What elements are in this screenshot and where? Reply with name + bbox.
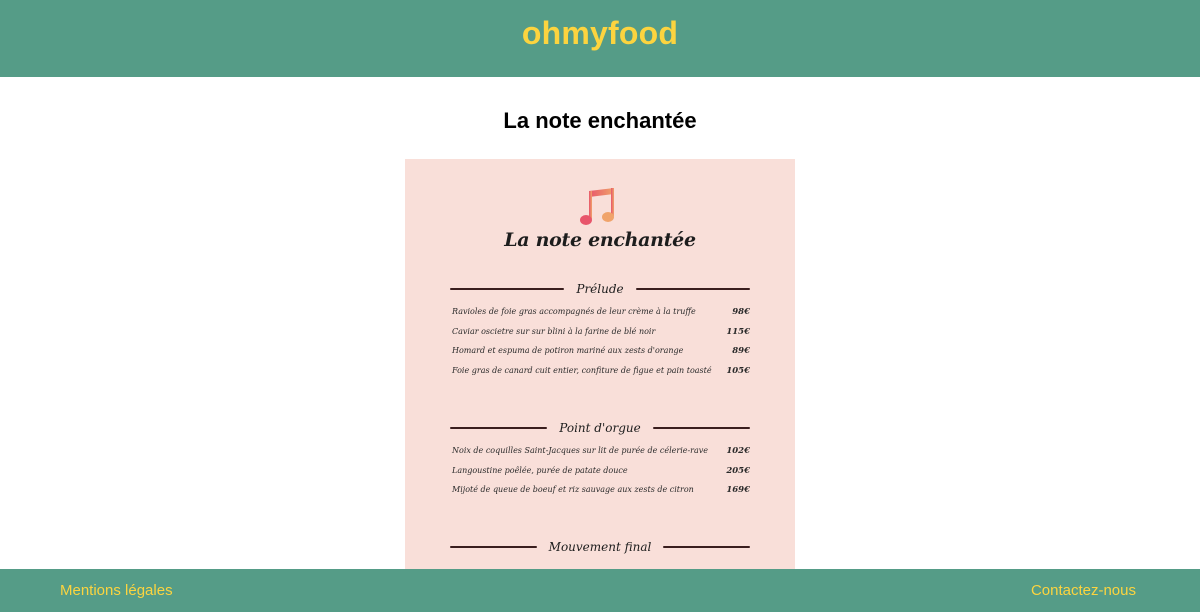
music-note-icon bbox=[580, 188, 614, 225]
divider bbox=[663, 546, 751, 548]
menu-section-mouvement-final: Mouvement final bbox=[450, 538, 751, 556]
menu-card-title: La note enchantée bbox=[504, 229, 696, 251]
legal-notice-link[interactable]: Mentions légales bbox=[60, 582, 173, 599]
divider bbox=[450, 427, 548, 429]
divider bbox=[635, 288, 751, 290]
menu-item[interactable]: Noix de coquilles Saint-Jacques sur lit … bbox=[450, 446, 750, 466]
menu-item[interactable]: Foie gras de canard cuit entier, confitu… bbox=[450, 366, 750, 386]
contact-link[interactable]: Contactez-nous bbox=[1031, 582, 1136, 599]
menu-item[interactable]: Homard et espuma de potiron mariné aux z… bbox=[450, 346, 750, 366]
menu-item-price: 89€ bbox=[732, 346, 750, 357]
divider bbox=[450, 546, 537, 548]
menu-item-price: 205€ bbox=[726, 465, 750, 476]
site-header: ohmyfood bbox=[0, 0, 1200, 77]
menu-item-name: Mijoté de queue de boeuf et riz sauvage … bbox=[452, 485, 694, 495]
menu-item[interactable]: Ravioles de foie gras accompagnés de leu… bbox=[450, 307, 750, 327]
menu-item-name: Homard et espuma de potiron mariné aux z… bbox=[452, 346, 684, 356]
divider bbox=[652, 427, 750, 429]
menu-item-price: 169€ bbox=[726, 485, 750, 496]
menu-item-name: Noix de coquilles Saint-Jacques sur lit … bbox=[452, 446, 709, 455]
site-footer: Mentions légales Contactez-nous bbox=[0, 569, 1200, 612]
section-title: Point d'orgue bbox=[559, 421, 641, 435]
menu-card: La note enchantée Prélude Ravioles de fo… bbox=[405, 159, 795, 599]
menu-item-price: 98€ bbox=[732, 307, 750, 317]
menu-section-point-dorgue: Point d'orgue Noix de coquilles Saint-Ja… bbox=[450, 419, 750, 505]
section-title: Mouvement final bbox=[548, 540, 652, 554]
section-title: Prélude bbox=[576, 282, 624, 296]
section-header: Point d'orgue bbox=[450, 419, 750, 437]
menu-item-name: Ravioles de foie gras accompagnés de leu… bbox=[452, 307, 696, 316]
section-header: Mouvement final bbox=[450, 538, 751, 556]
menu-item[interactable]: Langoustine poêlée, purée de patate douc… bbox=[450, 466, 750, 486]
menu-item-price: 105€ bbox=[726, 365, 750, 376]
menu-item[interactable]: Caviar oscietre sur sur blini à la farin… bbox=[450, 327, 750, 347]
menu-item[interactable]: Mijoté de queue de boeuf et riz sauvage … bbox=[450, 485, 750, 505]
page-title: La note enchantée bbox=[503, 108, 697, 133]
divider bbox=[450, 288, 565, 290]
menu-item-price: 115€ bbox=[726, 326, 750, 337]
menu-item-name: Caviar oscietre sur sur blini à la farin… bbox=[452, 326, 656, 336]
menu-item-price: 102€ bbox=[726, 446, 750, 456]
section-header: Prélude bbox=[450, 280, 751, 298]
brand-logo[interactable]: ohmyfood bbox=[522, 15, 678, 52]
menu-item-name: Langoustine poêlée, purée de patate douc… bbox=[452, 465, 628, 475]
menu-item-name: Foie gras de canard cuit entier, confitu… bbox=[452, 365, 712, 375]
menu-section-prelude: Prélude Ravioles de foie gras accompagné… bbox=[450, 280, 751, 386]
